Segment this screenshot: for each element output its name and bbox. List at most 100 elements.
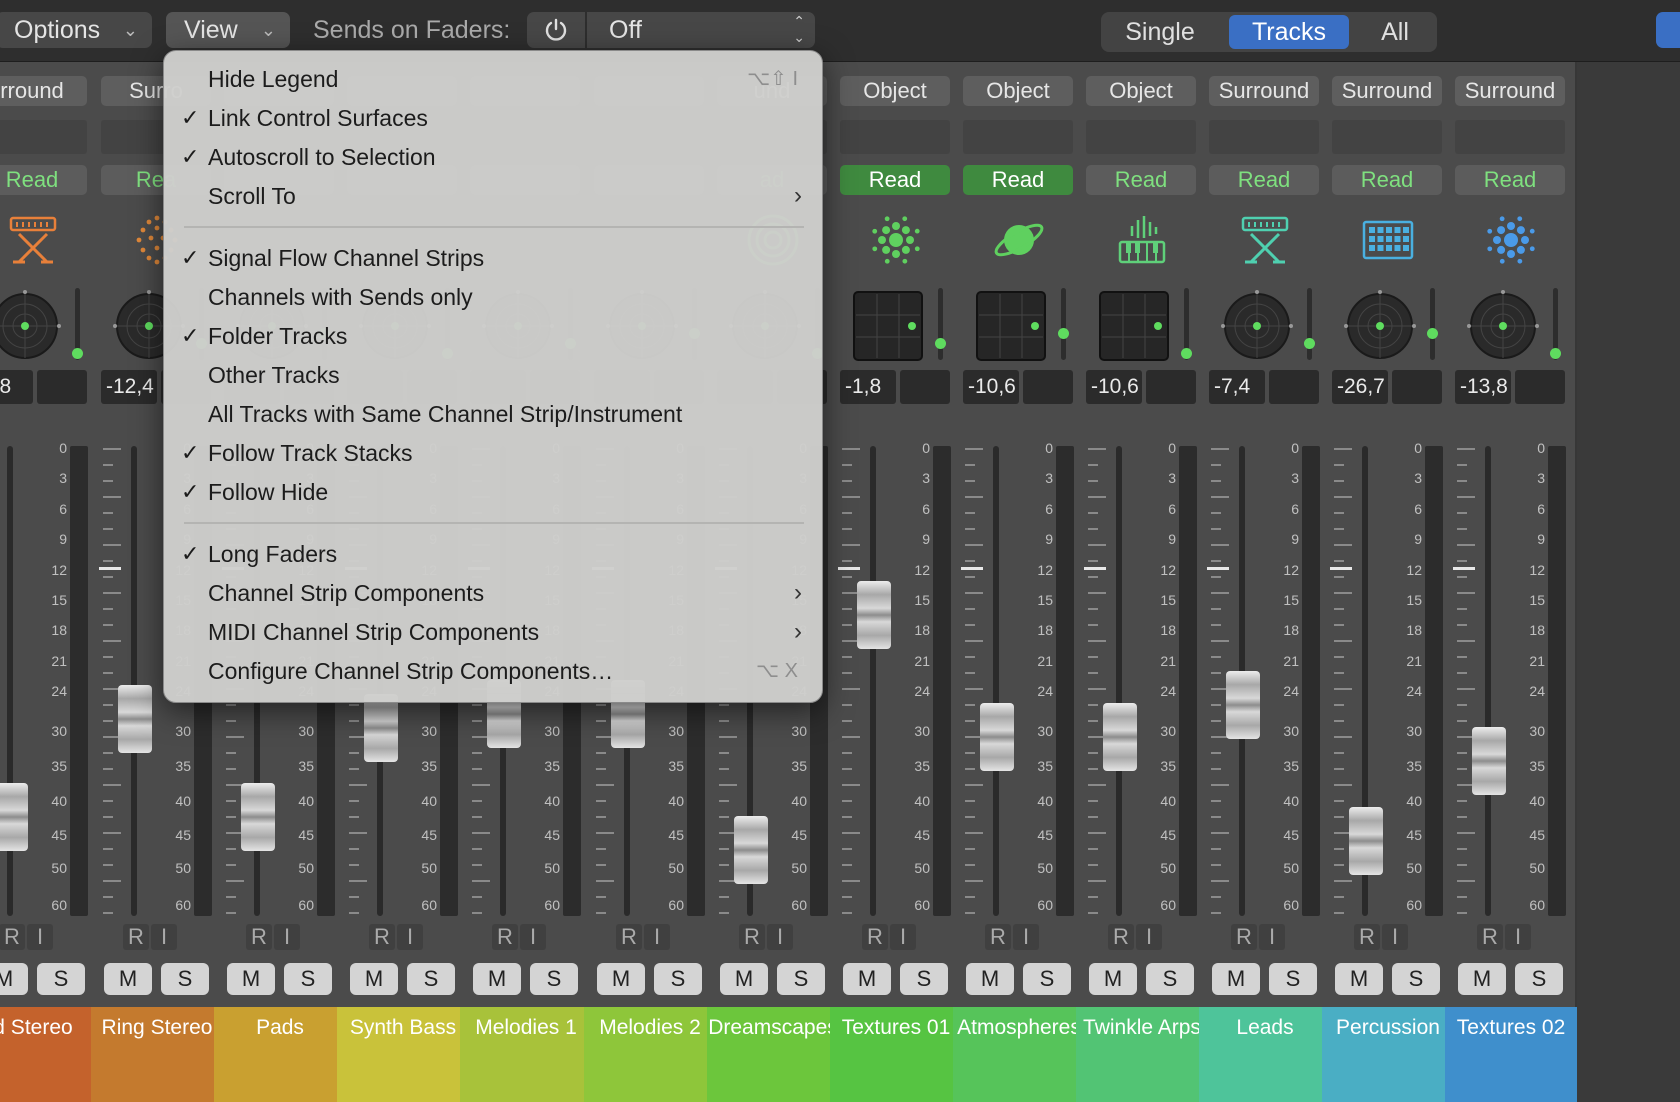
track-name[interactable]: Dreamscapes	[707, 1007, 839, 1102]
volume-fader-knob[interactable]	[241, 783, 275, 852]
volume-fader-knob[interactable]	[118, 684, 152, 753]
keyboard-stand-icon[interactable]	[1237, 212, 1293, 268]
solo-button[interactable]: S	[284, 963, 332, 995]
volume-fader-track[interactable]	[1485, 446, 1491, 916]
solo-button[interactable]: S	[161, 963, 209, 995]
plugin-slot[interactable]	[840, 120, 950, 154]
volume-fader-knob[interactable]	[1226, 670, 1260, 739]
mute-button[interactable]: M	[104, 963, 152, 995]
piano-keys-icon[interactable]	[1114, 212, 1170, 268]
level-readout[interactable]	[37, 370, 87, 404]
pan-value-readout[interactable]: -13,8	[1455, 370, 1511, 404]
input-monitor-button[interactable]: I	[1259, 924, 1285, 950]
record-enable-button[interactable]: R	[123, 924, 149, 950]
lfe-slider[interactable]	[1181, 288, 1192, 360]
segment-all[interactable]: All	[1357, 15, 1433, 49]
output-format-button[interactable]: Object	[840, 76, 950, 106]
plugin-slot[interactable]	[963, 120, 1073, 154]
volume-fader-knob[interactable]	[364, 694, 398, 762]
record-enable-button[interactable]: R	[739, 924, 765, 950]
volume-fader-knob[interactable]	[1472, 726, 1506, 795]
automation-mode-button[interactable]: Read	[1086, 165, 1196, 195]
record-enable-button[interactable]: R	[1354, 924, 1380, 950]
solo-button[interactable]: S	[37, 963, 85, 995]
solo-button[interactable]: S	[1023, 963, 1071, 995]
mute-button[interactable]: M	[1458, 963, 1506, 995]
mute-button[interactable]: M	[597, 963, 645, 995]
lfe-slider[interactable]	[1550, 288, 1561, 360]
view-menu-button[interactable]: View ⌄	[166, 12, 290, 48]
surround-panner[interactable]	[1344, 290, 1416, 362]
track-name[interactable]: Percussion	[1322, 1007, 1454, 1102]
menu-item[interactable]: Hide Legend ⌥⇧ I	[164, 60, 824, 98]
menu-item[interactable]: Channel Strip Components ›	[164, 574, 824, 612]
lfe-slider[interactable]	[1058, 288, 1069, 360]
track-name[interactable]: Synth Bass	[337, 1007, 469, 1102]
level-readout[interactable]	[1023, 370, 1073, 404]
input-monitor-button[interactable]: I	[27, 924, 53, 950]
volume-fader-knob[interactable]	[0, 783, 28, 852]
record-enable-button[interactable]: R	[492, 924, 518, 950]
record-enable-button[interactable]: R	[616, 924, 642, 950]
solo-button[interactable]: S	[1392, 963, 1440, 995]
lfe-slider[interactable]	[1304, 288, 1315, 360]
volume-fader-track[interactable]	[1116, 446, 1122, 916]
track-name[interactable]: Melodies 1	[460, 1007, 592, 1102]
level-readout[interactable]	[900, 370, 950, 404]
surround-panner[interactable]	[1221, 290, 1293, 362]
track-name[interactable]: Leads	[1199, 1007, 1331, 1102]
output-format-button[interactable]: Object	[1086, 76, 1196, 106]
pan-value-readout[interactable]: -12,4	[101, 370, 157, 404]
drum-machine-icon[interactable]	[1360, 212, 1416, 268]
menu-item[interactable]: ✓ Signal Flow Channel Strips	[164, 239, 824, 277]
surround-panner[interactable]	[1467, 290, 1539, 362]
menu-item[interactable]: ✓ Autoscroll to Selection	[164, 138, 824, 176]
solo-button[interactable]: S	[1146, 963, 1194, 995]
record-enable-button[interactable]: R	[0, 924, 25, 950]
mute-button[interactable]: M	[1089, 963, 1137, 995]
plugin-slot[interactable]	[0, 120, 87, 154]
level-readout[interactable]	[1515, 370, 1565, 404]
object-panner-grid[interactable]	[852, 290, 924, 362]
sends-mode-select[interactable]: Off ⌃ ⌄	[587, 12, 815, 48]
input-monitor-button[interactable]: I	[151, 924, 177, 950]
menu-item[interactable]: All Tracks with Same Channel Strip/Instr…	[164, 395, 824, 433]
lfe-slider[interactable]	[935, 288, 946, 360]
pan-value-readout[interactable]: -7,4	[1209, 370, 1265, 404]
record-enable-button[interactable]: R	[985, 924, 1011, 950]
toolbar-edge-button[interactable]	[1656, 12, 1680, 48]
automation-mode-button[interactable]: Read	[840, 165, 950, 195]
volume-fader-knob[interactable]	[857, 581, 891, 650]
input-monitor-button[interactable]: I	[1505, 924, 1531, 950]
particle-burst-icon[interactable]	[1483, 212, 1539, 268]
pan-value-readout[interactable]: 7,8	[0, 370, 33, 404]
automation-mode-button[interactable]: Read	[1209, 165, 1319, 195]
planet-icon[interactable]	[991, 212, 1047, 268]
solo-button[interactable]: S	[654, 963, 702, 995]
menu-item[interactable]: Configure Channel Strip Components… ⌥ X	[164, 652, 824, 690]
output-format-button[interactable]: Surround	[1332, 76, 1442, 106]
menu-item[interactable]: ✓ Link Control Surfaces	[164, 99, 824, 137]
volume-fader-track[interactable]	[993, 446, 999, 916]
record-enable-button[interactable]: R	[1108, 924, 1134, 950]
menu-item[interactable]: Channels with Sends only	[164, 278, 824, 316]
menu-item[interactable]: MIDI Channel Strip Components ›	[164, 613, 824, 651]
mute-button[interactable]: M	[473, 963, 521, 995]
track-name[interactable]: Pads	[214, 1007, 346, 1102]
pan-value-readout[interactable]: -1,8	[840, 370, 896, 404]
track-name[interactable]: Textures 02	[1445, 1007, 1577, 1102]
menu-item[interactable]: ✓ Long Faders	[164, 535, 824, 573]
record-enable-button[interactable]: R	[862, 924, 888, 950]
solo-button[interactable]: S	[530, 963, 578, 995]
volume-fader-track[interactable]	[131, 446, 137, 916]
options-menu-button[interactable]: Options ⌄	[0, 12, 152, 48]
output-format-button[interactable]: Surround	[1455, 76, 1565, 106]
track-name[interactable]: d Stereo	[0, 1007, 99, 1102]
track-name[interactable]: Melodies 2	[584, 1007, 716, 1102]
menu-item[interactable]: Other Tracks	[164, 356, 824, 394]
output-format-button[interactable]: Surround	[1209, 76, 1319, 106]
track-name[interactable]: Textures 01	[830, 1007, 962, 1102]
level-readout[interactable]	[1269, 370, 1319, 404]
solo-button[interactable]: S	[407, 963, 455, 995]
segment-single[interactable]: Single	[1105, 15, 1215, 49]
